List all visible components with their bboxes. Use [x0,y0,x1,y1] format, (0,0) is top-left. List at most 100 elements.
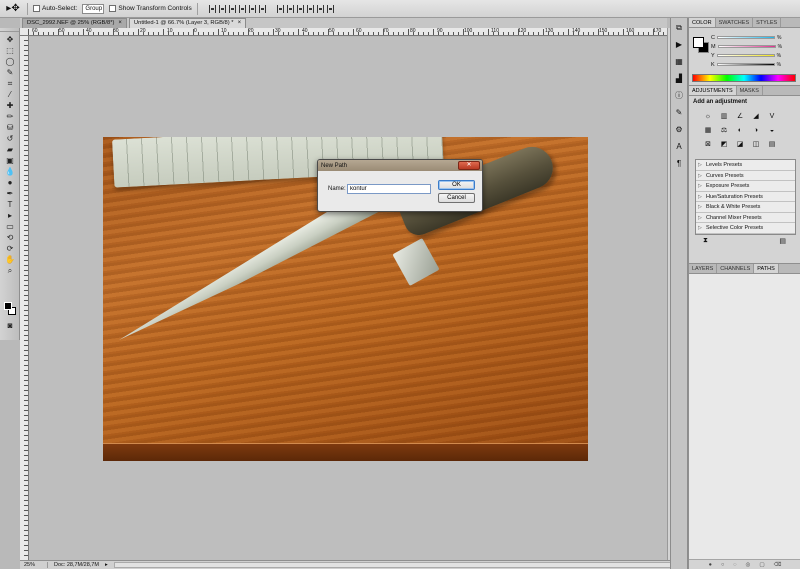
list-item[interactable]: Channel Mixer Presets [696,213,795,223]
hue-saturation-icon[interactable]: ▦ [703,126,713,135]
path-selection-tool-icon[interactable]: ▸ [2,210,18,221]
list-item[interactable]: Black & White Presets [696,202,795,213]
distribute-bottom-icon[interactable] [296,4,304,13]
threshold-icon[interactable]: ◪ [735,140,745,149]
auto-select-checkbox[interactable]: Auto-Select: [33,5,77,12]
magenta-slider[interactable] [717,45,776,48]
trash-icon[interactable]: ⌫ [774,560,782,569]
list-item[interactable]: Hue/Saturation Presets [696,192,795,202]
list-item[interactable]: Curves Presets [696,171,795,181]
quick-select-tool-icon[interactable]: ✎ [2,67,18,78]
ok-button[interactable]: OK [438,180,475,190]
photo-filter-icon[interactable]: ◑ [751,126,761,135]
color-balance-icon[interactable]: ⚖ [719,126,729,135]
horizontal-scrollbar[interactable] [113,562,673,568]
tab-styles[interactable]: STYLES [753,18,782,27]
align-hcenter-icon[interactable] [248,4,256,13]
clone-stamp-tool-icon[interactable]: ⛁ [2,122,18,133]
clip-to-layer-icon[interactable]: ⧗ [703,237,708,244]
info-panel-icon[interactable]: ⓘ [673,90,685,101]
tab-swatches[interactable]: SWATCHES [716,18,754,27]
new-path-icon[interactable]: ▢ [759,560,764,569]
actions-panel-icon[interactable]: ▶ [673,39,685,50]
invert-icon[interactable]: ⊠ [703,140,713,149]
tab-color[interactable]: COLOR [689,18,716,27]
vibrance-icon[interactable]: V [767,112,777,121]
distribute-vcenter-icon[interactable] [286,4,294,13]
align-vcenter-icon[interactable] [218,4,226,13]
magenta-slider-row[interactable]: M % [711,43,799,50]
gradient-tool-icon[interactable]: ▣ [2,155,18,166]
exposure-icon[interactable]: ◢ [751,112,761,121]
dialog-titlebar[interactable]: New Path ✕ [318,160,482,171]
blur-tool-icon[interactable]: 💧 [2,166,18,177]
yellow-slider[interactable] [716,54,775,57]
align-right-icon[interactable] [258,4,266,13]
history-panel-icon[interactable]: ⧉ [673,22,685,33]
show-transform-checkbox[interactable]: Show Transform Controls [109,5,192,12]
tab-layers[interactable]: LAYERS [689,264,718,273]
make-work-path-icon[interactable]: ◎ [746,560,751,569]
tab-masks[interactable]: MASKS [737,86,763,95]
color-spectrum-ramp[interactable] [692,74,796,82]
cyan-slider[interactable] [716,36,775,39]
path-name-input[interactable] [347,184,431,194]
yellow-slider-row[interactable]: Y % [711,52,799,59]
history-brush-tool-icon[interactable]: ↺ [2,133,18,144]
posterize-icon[interactable]: ◩ [719,140,729,149]
align-bottom-icon[interactable] [228,4,236,13]
brush-tool-icon[interactable]: ✏ [2,111,18,122]
navigator-panel-icon[interactable]: ▦ [673,56,685,67]
tab-adjustments[interactable]: ADJUSTMENTS [689,86,737,95]
move-tool-icon[interactable]: ✥ [2,34,18,45]
healing-brush-tool-icon[interactable]: ✚ [2,100,18,111]
zoom-level[interactable]: 25% [24,562,48,568]
tab-untitled-1[interactable]: Untitled-1 @ 66.7% (Layer 3, RGB/8) * × [128,18,247,28]
shape-tool-icon[interactable]: ▭ [2,221,18,232]
histogram-panel-icon[interactable]: ▟ [673,73,685,84]
checkbox-box[interactable] [109,5,117,12]
foreground-color-swatch[interactable] [693,37,704,48]
black-slider[interactable] [716,63,775,66]
marquee-tool-icon[interactable]: ⬚ [2,45,18,56]
list-item[interactable]: Selective Color Presets [696,223,795,234]
cyan-slider-row[interactable]: C % [711,34,799,41]
stroke-path-icon[interactable]: ○ [721,560,724,569]
eyedropper-tool-icon[interactable]: ⁄ [2,89,18,100]
selective-color-icon[interactable]: ▤ [767,140,777,149]
align-left-icon[interactable] [238,4,246,13]
auto-select-dropdown[interactable]: Group [82,3,105,14]
zoom-tool-icon[interactable]: ⌕ [2,265,18,276]
cancel-button[interactable]: Cancel [438,193,475,203]
close-icon[interactable]: × [118,19,122,28]
3d-camera-tool-icon[interactable]: ⟳ [2,243,18,254]
pen-tool-icon[interactable]: ✒ [2,188,18,199]
distribute-hcenter-icon[interactable] [316,4,324,13]
paragraph-panel-icon[interactable]: ¶ [673,158,685,169]
brushes-panel-icon[interactable]: ✎ [673,107,685,118]
distribute-top-icon[interactable] [276,4,284,13]
fill-path-icon[interactable]: ● [709,560,712,569]
tab-dsc-2992[interactable]: DSC_2992.NEF @ 25% (RGB/8*) × [22,18,127,28]
type-tool-icon[interactable]: T [2,199,18,210]
checkbox-box[interactable] [33,5,40,12]
quick-mask-icon[interactable]: ◙ [2,320,18,331]
load-selection-icon[interactable]: ◌ [733,560,736,569]
channel-mixer-icon[interactable]: ◒ [767,126,777,135]
black-slider-row[interactable]: K % [711,61,799,68]
foreground-color-swatch[interactable] [4,302,12,310]
tab-channels[interactable]: CHANNELS [717,264,755,273]
close-icon[interactable]: × [238,19,242,28]
character-panel-icon[interactable]: A [673,141,685,152]
panel-grip[interactable] [0,28,19,32]
adjustments-menu-icon[interactable]: ▤ [779,237,786,245]
tab-paths[interactable]: PATHS [754,264,779,273]
eraser-tool-icon[interactable]: ▰ [2,144,18,155]
clone-source-panel-icon[interactable]: ⚙ [673,124,685,135]
status-menu-arrow-icon[interactable]: ▸ [105,562,108,568]
align-top-icon[interactable] [208,4,216,13]
lasso-tool-icon[interactable]: ◯ [2,56,18,67]
curves-icon[interactable]: ∠ [735,112,745,121]
move-tool-icon[interactable]: ▸✥ [4,2,22,15]
dodge-tool-icon[interactable]: ● [2,177,18,188]
